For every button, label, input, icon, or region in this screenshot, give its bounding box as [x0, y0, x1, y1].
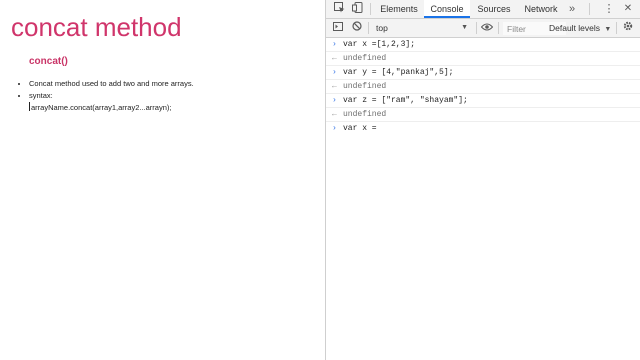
- list-item: syntax:: [29, 90, 194, 102]
- console-output[interactable]: › var x =[1,2,3]; ← undefined › var y = …: [326, 38, 640, 360]
- input-chevron-icon: ›: [332, 96, 337, 105]
- output-arrow-icon: ←: [332, 110, 337, 119]
- console-prompt[interactable]: › var x =: [326, 122, 640, 136]
- close-icon[interactable]: ✕: [622, 0, 634, 18]
- list-item: Concat method used to add two and more a…: [29, 78, 194, 90]
- devtools-tabbar: Elements Console Sources Network » ⋮ ✕: [326, 0, 640, 19]
- toolbar-divider: [616, 22, 617, 34]
- eye-icon[interactable]: [480, 19, 494, 37]
- toolbar-divider: [498, 22, 499, 34]
- toolbar-divider: [368, 22, 369, 34]
- console-output-text: undefined: [343, 82, 387, 91]
- dropdown-caret-icon: ▼: [604, 26, 612, 33]
- device-toolbar-icon[interactable]: [350, 0, 364, 18]
- console-input-text: var x =[1,2,3];: [343, 40, 416, 49]
- toolbar-divider: [476, 22, 477, 34]
- console-toolbar: top ▼ Default levels ▼: [326, 19, 640, 38]
- description-list: Concat method used to add two and more a…: [19, 78, 194, 102]
- console-output-text: undefined: [343, 54, 387, 63]
- page-title: concat method: [11, 12, 182, 42]
- console-output-text: undefined: [343, 110, 387, 119]
- tab-elements[interactable]: Elements: [376, 0, 422, 18]
- devtools-panel: Elements Console Sources Network » ⋮ ✕ t…: [325, 0, 640, 360]
- console-output-row: ← undefined: [326, 52, 640, 66]
- clear-console-icon[interactable]: [351, 19, 363, 37]
- console-input-text: var y = [4,"pankaj",5];: [343, 68, 454, 77]
- output-arrow-icon: ←: [332, 54, 337, 63]
- page-subtitle: concat(): [29, 56, 68, 67]
- input-chevron-icon: ›: [332, 40, 337, 49]
- log-levels-select[interactable]: Default levels ▼: [549, 21, 611, 35]
- context-select[interactable]: top ▼: [376, 21, 468, 35]
- console-input-row: › var y = [4,"pankaj",5];: [326, 66, 640, 80]
- tab-console[interactable]: Console: [424, 0, 470, 18]
- log-levels-label: Default levels: [549, 23, 601, 33]
- prompt-chevron-icon: ›: [332, 124, 337, 133]
- inspect-element-icon[interactable]: [332, 0, 346, 18]
- console-input-text: var z = ["ram", "shayam"];: [343, 96, 468, 105]
- dropdown-caret-icon: ▼: [461, 24, 468, 31]
- tab-sources[interactable]: Sources: [473, 0, 515, 18]
- tab-network[interactable]: Network: [520, 0, 562, 18]
- console-input-row: › var x =[1,2,3];: [326, 38, 640, 52]
- more-tabs-icon[interactable]: »: [566, 0, 578, 18]
- console-output-row: ← undefined: [326, 108, 640, 122]
- console-prompt-text[interactable]: var x =: [343, 122, 377, 136]
- context-select-value: top: [376, 23, 388, 33]
- web-page: concat method concat() Concat method use…: [0, 0, 325, 360]
- kebab-menu-icon[interactable]: ⋮: [603, 0, 615, 18]
- console-input-row: › var z = ["ram", "shayam"];: [326, 94, 640, 108]
- syntax-code: arrayName.concat(array1,array2...arrayn)…: [29, 102, 171, 112]
- output-arrow-icon: ←: [332, 82, 337, 91]
- syntax-code-text: arrayName.concat(array1,array2...arrayn)…: [31, 103, 172, 112]
- gear-icon[interactable]: [622, 19, 634, 37]
- input-chevron-icon: ›: [332, 68, 337, 77]
- console-output-row: ← undefined: [326, 80, 640, 94]
- sidebar-toggle-icon[interactable]: [332, 19, 344, 37]
- toolbar-divider: [370, 3, 371, 15]
- toolbar-divider: [589, 3, 590, 15]
- text-cursor: [29, 102, 30, 111]
